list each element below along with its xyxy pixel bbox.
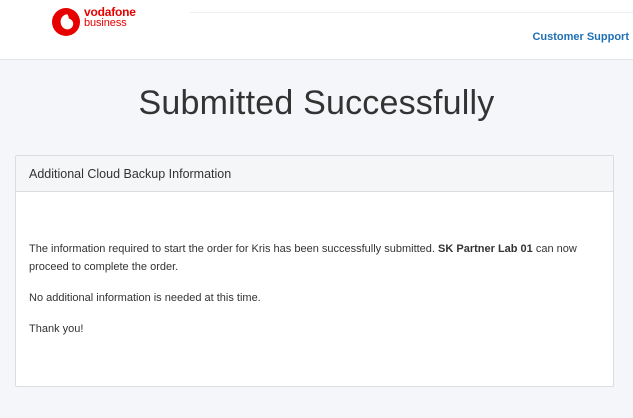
no-info-message: No additional information is needed at t… xyxy=(29,292,261,304)
vodafone-logo-icon xyxy=(52,8,80,36)
partner-name: SK Partner Lab 01 xyxy=(438,243,533,255)
info-card: Additional Cloud Backup Information The … xyxy=(15,155,614,387)
vodafone-business-logo[interactable]: vodafone business xyxy=(51,6,136,37)
header-divider xyxy=(190,12,633,13)
page-title: Submitted Successfully xyxy=(138,84,495,122)
logo-line-business: business xyxy=(84,17,127,29)
top-header: vodafone business Customer Support xyxy=(0,0,633,60)
card-body: The information required to start the or… xyxy=(16,192,613,338)
card-title: Additional Cloud Backup Information xyxy=(29,166,232,181)
thank-you-message: Thank you! xyxy=(29,323,84,335)
card-header: Additional Cloud Backup Information xyxy=(16,156,613,192)
logo-wordmark: vodafone business xyxy=(84,6,136,29)
submission-message-start: The information required to start the or… xyxy=(29,243,439,255)
customer-support-link[interactable]: Customer Support xyxy=(532,31,629,43)
submission-message: The information required to start the or… xyxy=(29,240,600,276)
